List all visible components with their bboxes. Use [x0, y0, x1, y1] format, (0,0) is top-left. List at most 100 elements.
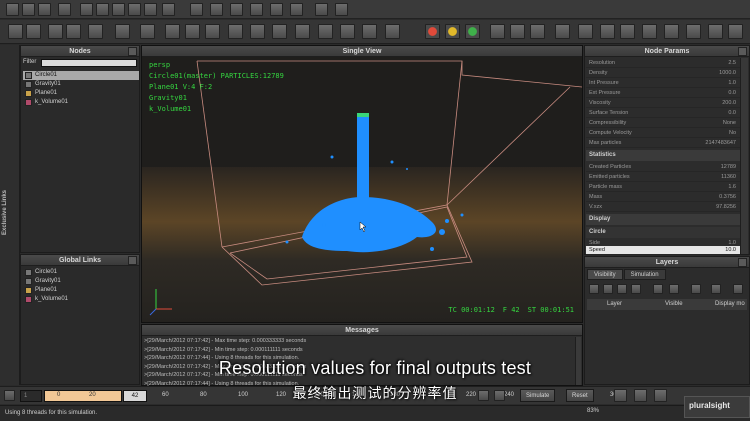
param-row[interactable]: Compressibility None	[586, 119, 740, 128]
move-icon[interactable]	[96, 3, 109, 16]
foam-icon[interactable]	[295, 24, 310, 39]
param-row[interactable]: Density 1000.0	[586, 69, 740, 78]
global-link-k-volume01[interactable]: k_Volume01	[23, 295, 139, 304]
filter-input[interactable]	[41, 59, 137, 67]
light-icon[interactable]	[230, 3, 243, 16]
close-icon[interactable]	[738, 258, 747, 267]
single-view-viewport[interactable]: Single View persp Circle01(master) PARTI…	[141, 45, 583, 323]
mesher-icon[interactable]	[250, 24, 265, 39]
import-icon[interactable]	[510, 24, 525, 39]
save-icon[interactable]	[38, 3, 51, 16]
rigid-icon[interactable]	[318, 24, 333, 39]
sphere-emitter-icon[interactable]	[88, 24, 103, 39]
export-icon[interactable]	[490, 24, 505, 39]
add-node-icon[interactable]	[617, 284, 627, 294]
param-label: Resolution	[589, 60, 615, 66]
column-layer[interactable]: Layer	[607, 299, 622, 310]
record-yellow-icon[interactable]	[445, 24, 460, 39]
eye-icon[interactable]	[669, 284, 679, 294]
global-link-plane01[interactable]: Plane01	[23, 286, 139, 295]
plane-node-icon	[25, 90, 32, 97]
param-row[interactable]: Ext Pressure 0.0	[586, 89, 740, 98]
open-icon[interactable]	[22, 3, 35, 16]
film-icon[interactable]	[600, 24, 615, 39]
sphere-icon[interactable]	[315, 3, 328, 16]
chain-icon[interactable]	[664, 24, 679, 39]
refresh-icon[interactable]	[653, 284, 663, 294]
kill-icon[interactable]	[228, 24, 243, 39]
close-icon[interactable]	[128, 256, 137, 265]
param-row[interactable]: Compute Velocity No	[586, 129, 740, 138]
node-item-plane01[interactable]: Plane01	[23, 89, 139, 98]
shade-icon[interactable]	[290, 3, 303, 16]
param-row[interactable]: Int Pressure 1.0	[586, 79, 740, 88]
node-icon[interactable]	[8, 24, 23, 39]
gravity-icon[interactable]	[185, 24, 200, 39]
tab-visibility[interactable]: Visibility	[587, 269, 623, 280]
remove-node-icon[interactable]	[631, 284, 641, 294]
light-bulb-icon[interactable]	[620, 24, 635, 39]
display-section-header[interactable]: Display	[586, 214, 740, 225]
global-link-circle01[interactable]: Circle01	[23, 268, 139, 277]
square-emitter-icon[interactable]	[48, 24, 63, 39]
node-item-k-volume01[interactable]: k_Volume01	[23, 98, 139, 107]
spring-icon[interactable]	[530, 24, 545, 39]
close-icon[interactable]	[738, 47, 747, 56]
global-link-gravity01[interactable]: Gravity01	[23, 277, 139, 286]
curve-icon[interactable]	[578, 24, 593, 39]
gauge-icon[interactable]	[686, 24, 701, 39]
param-row[interactable]: Resolution 2.5	[586, 59, 740, 68]
group-icon[interactable]	[385, 24, 400, 39]
record-red-icon[interactable]	[425, 24, 440, 39]
scale-icon[interactable]	[128, 3, 141, 16]
link-icon[interactable]	[362, 24, 377, 39]
speed-field[interactable]: Speed 10.0	[586, 246, 740, 255]
cube-icon[interactable]	[115, 24, 130, 39]
camera-icon[interactable]	[190, 3, 203, 16]
close-icon[interactable]	[128, 47, 137, 56]
node-item-circle01[interactable]: Circle01	[23, 71, 139, 80]
marker-icon[interactable]	[555, 24, 570, 39]
param-row[interactable]: Max particles 2147483647	[586, 139, 740, 148]
node-item-gravity01[interactable]: Gravity01	[23, 80, 139, 89]
container-icon[interactable]	[140, 24, 155, 39]
select-icon[interactable]	[80, 3, 93, 16]
view-icon[interactable]	[210, 3, 223, 16]
axis-icon[interactable]	[162, 3, 175, 16]
mesh-icon[interactable]	[270, 3, 283, 16]
delete-layer-icon[interactable]	[603, 284, 613, 294]
settings-icon[interactable]	[708, 24, 723, 39]
param-row[interactable]: Surface Tension 0.0	[586, 109, 740, 118]
sphere-display-icon[interactable]	[711, 284, 721, 294]
statistics-section-header[interactable]: Statistics	[586, 150, 740, 161]
undo-icon[interactable]	[58, 3, 71, 16]
emitter-icon[interactable]	[26, 24, 41, 39]
column-display-mode[interactable]: Display mo	[715, 299, 745, 310]
grid-icon[interactable]	[144, 3, 157, 16]
select-layer-icon[interactable]	[691, 284, 701, 294]
zoom-level: 83%	[587, 408, 600, 414]
volume-icon[interactable]	[205, 24, 220, 39]
render-layer-icon[interactable]	[733, 284, 743, 294]
circle-section-header[interactable]: Circle	[586, 227, 740, 238]
record-green-icon[interactable]	[465, 24, 480, 39]
file-icon[interactable]	[6, 3, 19, 16]
tool-toolbar	[0, 20, 750, 44]
stat-row: Particle mass 1.6	[586, 183, 740, 192]
tab-simulation[interactable]: Simulation	[623, 269, 666, 280]
python-icon[interactable]	[642, 24, 657, 39]
circle-emitter-icon[interactable]	[66, 24, 81, 39]
cutter-icon[interactable]	[340, 24, 355, 39]
lock-icon[interactable]	[728, 24, 743, 39]
new-layer-icon[interactable]	[589, 284, 599, 294]
wave-icon[interactable]	[272, 24, 287, 39]
global-link-label: Circle01	[35, 269, 58, 275]
params-scrollbar[interactable]	[740, 58, 748, 254]
param-row[interactable]: Viscosity 200.0	[586, 99, 740, 108]
rotate-icon[interactable]	[112, 3, 125, 16]
param-label: Density	[589, 70, 608, 76]
fluid-icon[interactable]	[335, 3, 348, 16]
column-visible[interactable]: Visible	[665, 299, 683, 310]
render-icon[interactable]	[250, 3, 263, 16]
daemon-icon[interactable]	[165, 24, 180, 39]
